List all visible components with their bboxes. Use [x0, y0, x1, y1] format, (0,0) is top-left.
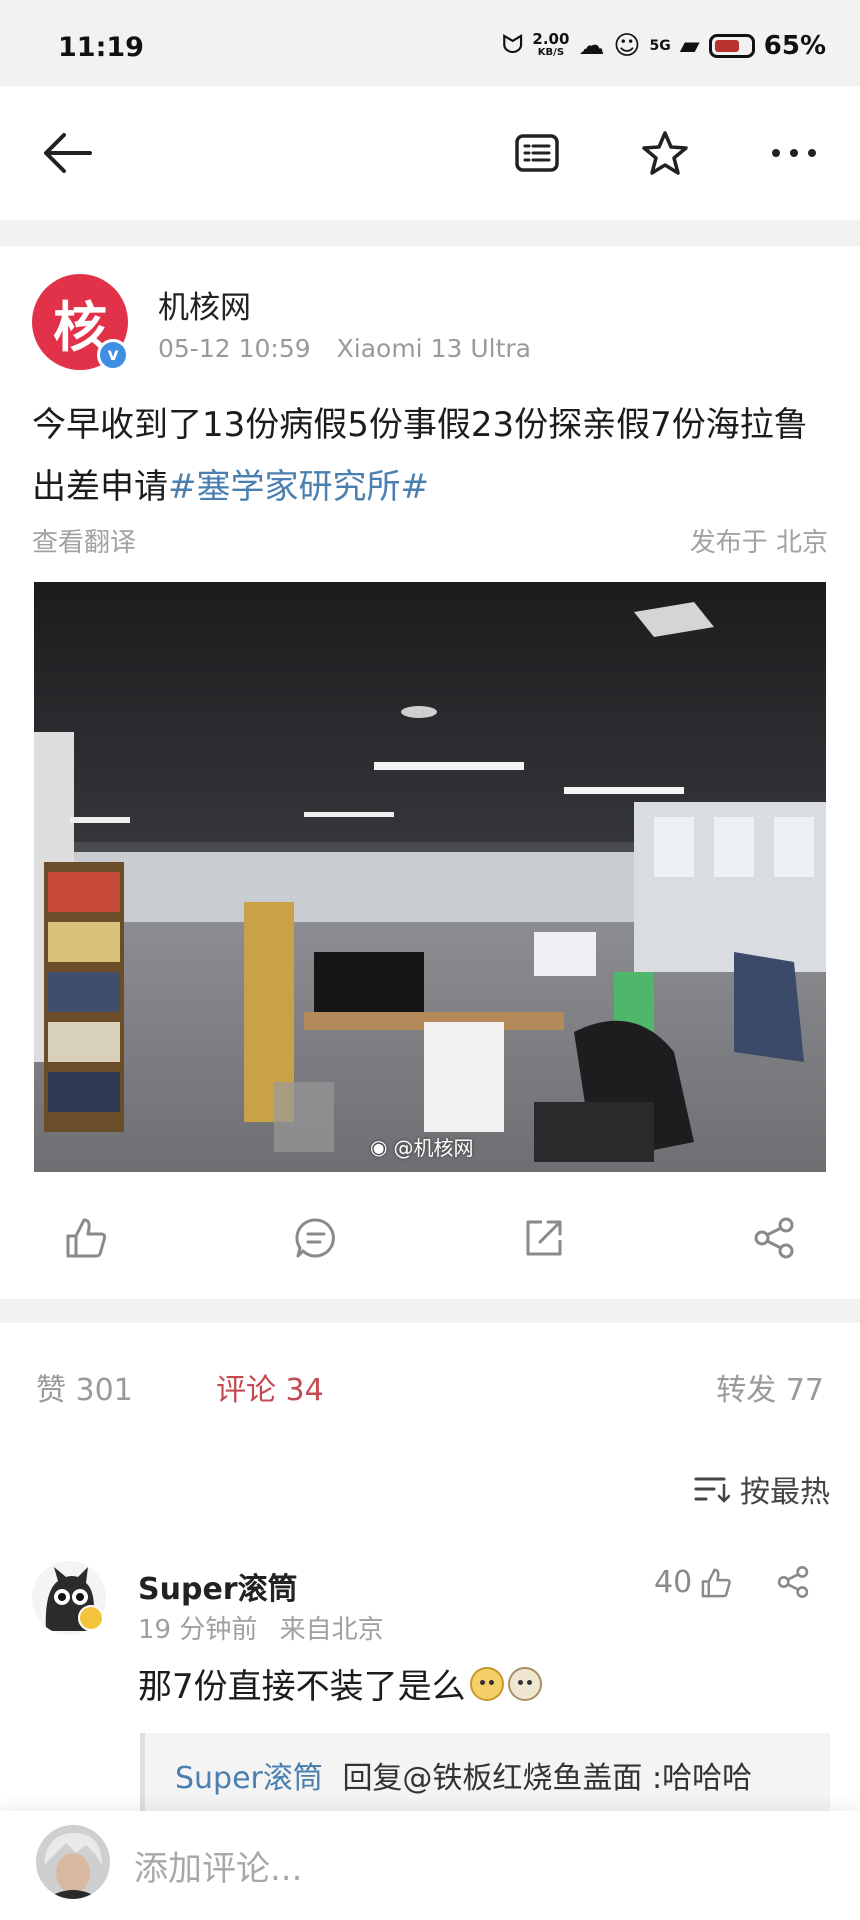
thumbs-up-icon — [701, 1568, 731, 1597]
status-icons: ᗢ 2.00 KB/S ☁ ☺ 5G ▰ 65% — [502, 30, 826, 61]
post-date: 05-12 10:59 — [158, 334, 311, 363]
thumbs-up-icon — [66, 1218, 107, 1258]
wifi-calling-icon: ☺ — [613, 30, 641, 61]
hashtag-link[interactable]: #塞学家研究所# — [168, 467, 429, 507]
post-card: 核 v 机核网 05-12 10:59 Xiaomi 13 Ultra 今早收到… — [0, 246, 860, 1299]
share-button[interactable] — [504, 1198, 584, 1278]
battery-percent: 65% — [763, 30, 826, 61]
more-button[interactable] — [757, 116, 831, 190]
likes-tab[interactable]: 赞 301 — [36, 1365, 133, 1409]
verified-badge-icon: v — [97, 339, 129, 371]
forward-share-icon — [754, 1217, 794, 1259]
sort-button[interactable]: 按最热 — [694, 1467, 830, 1511]
comment-meta: 19 分钟前 来自北京 — [138, 1609, 384, 1646]
my-avatar[interactable] — [36, 1825, 110, 1899]
reader-mode-button[interactable] — [500, 116, 574, 190]
status-bar: 11:19 ᗢ 2.00 KB/S ☁ ☺ 5G ▰ 65% — [0, 0, 860, 86]
comments-tab[interactable]: 评论 34 — [216, 1365, 324, 1409]
star-icon — [642, 131, 688, 175]
like-button[interactable] — [46, 1198, 126, 1278]
network-type: 5G — [649, 37, 671, 54]
notification-icon: ᗢ — [501, 30, 524, 60]
post-text: 今早收到了13份病假5份事假23份探亲假7份海拉鲁出差申请#塞学家研究所# — [32, 394, 832, 518]
more-icon — [772, 149, 816, 157]
post-meta: 05-12 10:59 Xiaomi 13 Ultra — [158, 334, 531, 363]
commenter-name[interactable]: Super滚筒 — [138, 1564, 298, 1608]
reply-text: 回复@铁板红烧鱼盖面 :哈哈哈 — [342, 1761, 753, 1796]
translate-link[interactable]: 查看翻译 — [32, 522, 136, 559]
doge-emoji-icon — [469, 1666, 504, 1701]
forward-button[interactable] — [734, 1198, 814, 1278]
post-location: 发布于 北京 — [689, 528, 828, 558]
image-watermark: ◉ @机核网 — [370, 1134, 474, 1161]
signal-icon: ▰ — [679, 30, 700, 61]
comment-like-button[interactable]: 40 — [654, 1565, 732, 1600]
member-badge-icon — [78, 1605, 104, 1631]
post-action-bar — [0, 1188, 860, 1298]
user-avatar-icon — [36, 1825, 110, 1899]
sort-label: 按最热 — [740, 1475, 830, 1510]
cat-emoji-icon — [507, 1666, 542, 1701]
status-time: 11:19 — [58, 32, 144, 63]
external-share-icon — [526, 1220, 562, 1256]
office-photo — [34, 582, 826, 1172]
comments-section: 按最热 Super滚筒 19 分钟前 来自北京 那7份直接不装了是么 40 Su… — [0, 1443, 860, 1811]
reply-preview[interactable]: Super滚筒 回复@铁板红烧鱼盖面 :哈哈哈 — [140, 1733, 830, 1811]
nav-bar — [0, 86, 860, 220]
comment-input[interactable]: 添加评论... — [134, 1841, 302, 1890]
engagement-stats: 赞 301 评论 34 转发 77 — [0, 1323, 860, 1443]
reposts-tab[interactable]: 转发 77 — [716, 1365, 824, 1409]
comment-input-bar: 添加评论... — [0, 1811, 860, 1920]
network-speed: 2.00 KB/S — [532, 29, 570, 58]
comment-time: 19 分钟前 — [138, 1615, 258, 1645]
cloud-icon: ☁ — [578, 30, 605, 61]
comment-share-button[interactable] — [776, 1565, 810, 1603]
author-name[interactable]: 机核网 — [158, 282, 251, 327]
back-arrow-icon — [44, 133, 92, 173]
comment-text: 那7份直接不装了是么 — [138, 1659, 542, 1708]
forward-share-icon — [777, 1566, 809, 1598]
reply-user[interactable]: Super滚筒 — [175, 1761, 323, 1796]
favorite-button[interactable] — [628, 116, 702, 190]
weibo-logo-icon: ◉ — [370, 1134, 388, 1159]
post-image[interactable]: ◉ @机核网 — [34, 582, 826, 1172]
comment-button[interactable] — [276, 1198, 356, 1278]
back-button[interactable] — [30, 116, 104, 190]
post-device: Xiaomi 13 Ultra — [336, 334, 531, 363]
battery-icon — [708, 33, 755, 58]
comment-location: 来自北京 — [279, 1615, 384, 1645]
comment-icon — [295, 1218, 335, 1258]
comment-like-count: 40 — [654, 1565, 693, 1600]
reader-mode-icon — [515, 134, 559, 172]
sort-icon — [694, 1477, 730, 1503]
